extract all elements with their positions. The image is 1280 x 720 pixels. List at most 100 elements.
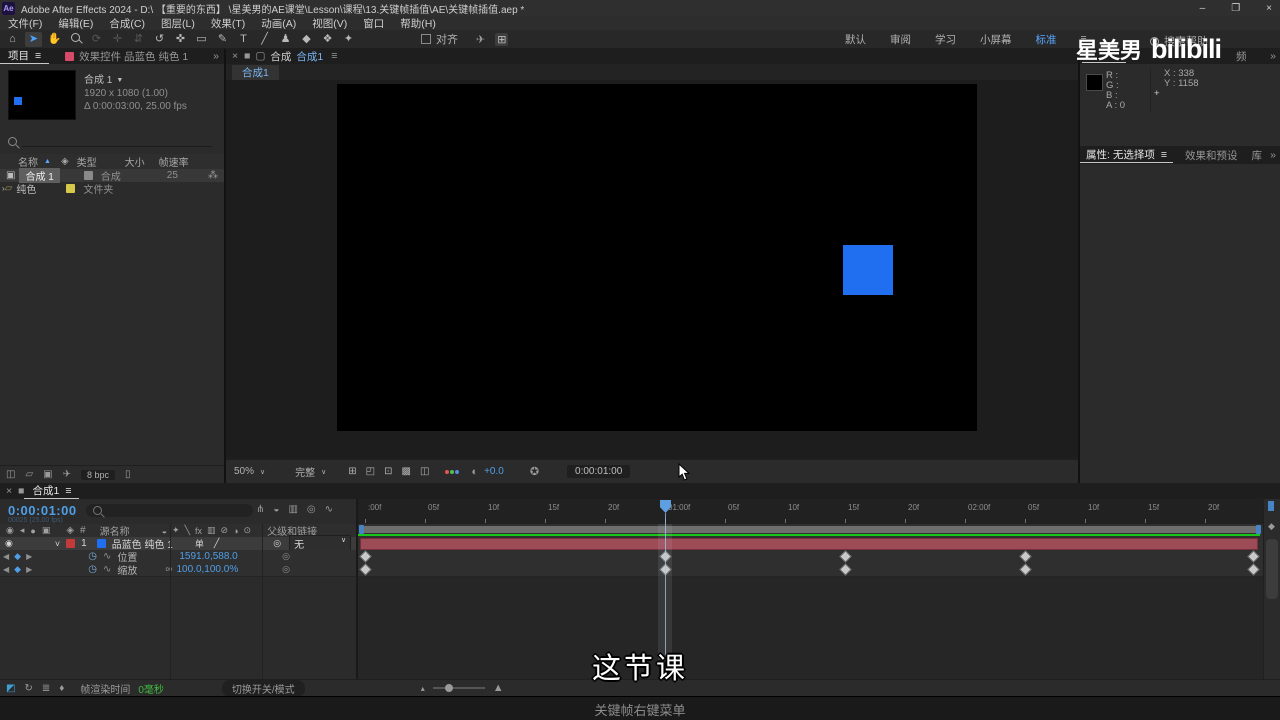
close-button[interactable]: × [1266,3,1272,14]
rectangle-tool-icon[interactable]: ▭ [193,32,210,47]
menu-item-合成(C)[interactable]: 合成(C) [109,16,145,31]
chevron-down-icon[interactable]: ∨ [260,468,265,476]
blue-solid-layer[interactable] [843,245,893,295]
magnification-select[interactable]: 50% [234,466,254,477]
video-column-icon[interactable]: ◉ [6,525,14,536]
shy-layers-icon[interactable]: ◒ [273,504,279,515]
keyframe-diamond[interactable] [1019,550,1032,563]
quality-column-icon[interactable]: ╲ [185,525,190,536]
stopwatch-icon[interactable]: ◷ [88,551,97,562]
project-comp-name[interactable]: 合成 1 [84,74,112,87]
exposure-value[interactable]: +0.0 [484,466,504,477]
zoom-tool-icon[interactable] [67,32,84,47]
pan-behind-tool-icon[interactable]: ✜ [172,32,189,47]
menu-item-图层(L)[interactable]: 图层(L) [161,16,195,31]
keyframe-diamond[interactable] [359,563,372,576]
pickwhip-icon[interactable]: ◎ [273,538,281,549]
keyframe-diamond[interactable] [1019,563,1032,576]
menu-item-视图(V)[interactable]: 视图(V) [312,16,347,31]
panel-menu-icon[interactable]: ≡ [323,50,337,62]
tab-project[interactable]: 项目 ≡ [0,48,50,64]
close-icon[interactable]: × [0,485,18,497]
color-depth-button[interactable]: 8 bpc [81,469,116,480]
work-area-bar[interactable] [360,526,1260,533]
tab-libraries[interactable]: 库 [1237,148,1262,163]
layer-label-chip[interactable] [66,539,76,548]
project-search-input[interactable] [22,136,212,147]
lock-icon[interactable]: ▢ [250,50,270,62]
timeline-search-input[interactable] [86,504,253,517]
time-ruler[interactable]: :00f 05f 10f 15f 20f 01:00f 05f 10f 15f 20f 02:00f… [358,499,1264,525]
grid-guides-icon[interactable]: ⊞ [348,466,356,477]
workspace-tab-默认[interactable]: 默认 [845,32,866,47]
project-flowchart-icon[interactable]: ✈ [63,469,71,480]
comp-marker-bin-icon[interactable]: ◆ [1268,521,1275,532]
overflow-icon[interactable]: » [1270,50,1280,62]
keyframe-diamond[interactable] [1247,563,1260,576]
tab-effects-presets[interactable]: 效果和预设 [1173,148,1238,163]
work-area-start-handle[interactable] [359,525,364,534]
graph-editor-icon[interactable]: ∿ [325,504,333,515]
home-tool-icon[interactable]: ⌂ [4,32,21,47]
rotation-tool-icon[interactable]: ↺ [151,32,168,47]
chevron-down-icon[interactable]: ▼ [116,74,123,87]
composition-pasteboard[interactable] [226,80,1078,460]
minimize-button[interactable]: – [1200,3,1206,14]
overflow-icon[interactable]: » [1270,149,1280,161]
column-size[interactable]: 大小 [125,154,145,169]
tag-column-icon[interactable]: ◈ [61,156,69,167]
keyframe-diamond[interactable] [359,550,372,563]
menu-item-帮助(H)[interactable]: 帮助(H) [400,16,436,31]
stamp-tool-icon[interactable]: ♟ [277,32,294,47]
prev-keyframe-icon[interactable]: ◀ [0,552,9,561]
link-icon[interactable]: ∞ [165,564,172,575]
next-keyframe-icon[interactable]: ▶ [26,565,32,574]
current-time-display[interactable]: 0:00:01:00 [8,503,77,518]
twirl-open-icon[interactable]: ˅ [55,539,60,549]
solo-column-icon[interactable]: ● [30,526,35,536]
tab-audio-fragment[interactable]: 频 [1236,49,1247,64]
exposure-icon[interactable]: ◐ [471,466,478,478]
viewer-timecode[interactable]: 0:00:01:00 [567,465,631,478]
quality-switch[interactable]: 单 [195,537,204,550]
property-value[interactable]: 100.0,100.0% [177,564,239,575]
project-row-folder[interactable]: › ▱ 纯色 文件夹 [0,182,224,196]
layer-duration-bar[interactable] [360,538,1258,550]
adjustment-column-icon[interactable]: ◑ [233,526,238,536]
scale-keyframe-track[interactable] [358,563,1264,577]
keyframe-diamond[interactable] [1247,550,1260,563]
tab-timeline-comp[interactable]: 合成1 ≡ [24,483,80,499]
workspace-tab-标准[interactable]: 标准 [1036,32,1057,47]
new-folder-icon[interactable]: ▱ [25,469,33,480]
column-type[interactable]: 类型 [77,154,97,169]
align-checkbox[interactable] [421,34,431,44]
motion-blur-icon[interactable]: ◎ [307,504,316,515]
view-layout-icon[interactable]: ◫ [420,466,429,477]
position-keyframe-track[interactable] [358,550,1264,564]
new-composition-icon[interactable]: ▣ [43,469,52,480]
menu-item-效果(T)[interactable]: 效果(T) [211,16,245,31]
keyframe-toggle-icon[interactable]: ◆ [14,551,21,562]
puppet-pin-tool-icon[interactable]: ✦ [340,32,357,47]
pen-tool-icon[interactable]: ✎ [214,32,231,47]
snapping-icon[interactable]: ⊞ [495,32,509,46]
property-value[interactable]: 1591.0,588.0 [179,551,237,562]
interpret-footage-icon[interactable]: ◫ [6,469,15,480]
frame-blend-icon[interactable]: ▥ [288,504,297,515]
vertical-scrollbar[interactable] [1266,539,1278,599]
shy-column-icon[interactable]: ◒ [162,526,167,536]
audio-column-icon[interactable]: ◂ [20,525,25,536]
motion-blur-column-icon[interactable]: ⊘ [221,525,229,536]
keyframe-toggle-icon[interactable]: ◆ [14,564,21,575]
timeline-zoom-slider[interactable] [432,684,485,692]
tab-properties[interactable]: 属性: 无选择项 ≡ [1080,147,1173,163]
panel-menu-icon[interactable]: ≡ [35,50,41,62]
prev-keyframe-icon[interactable]: ◀ [0,565,9,574]
transparency-grid-icon[interactable]: ▩ [402,466,411,477]
composition-frame[interactable] [337,84,977,431]
property-name[interactable]: 缩放 [117,562,137,577]
collapse-column-icon[interactable]: ✦ [172,525,180,536]
stopwatch-icon[interactable]: ◷ [88,564,97,575]
panel-menu-icon[interactable]: ≡ [65,485,71,497]
hand-tool-icon[interactable]: ✋ [46,32,63,47]
